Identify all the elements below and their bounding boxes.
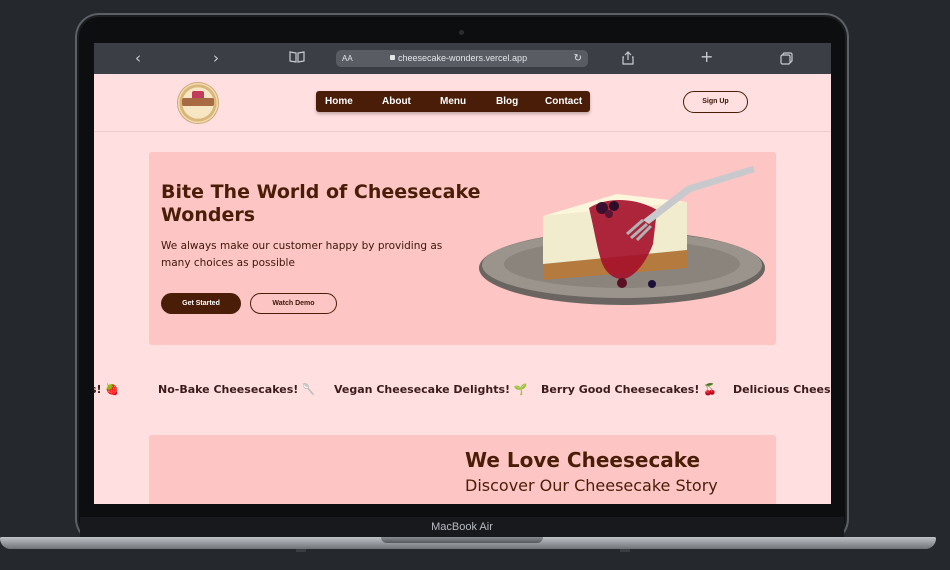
marquee-item: Delicious Cheeseca (733, 383, 831, 396)
sign-up-button[interactable]: Sign Up (683, 91, 748, 113)
bookmarks-icon[interactable] (289, 50, 305, 68)
marquee-strip: s! 🍓 No-Bake Cheesecakes! 🥄 Vegan Cheese… (94, 379, 831, 401)
forward-icon[interactable]: › (213, 49, 219, 67)
back-icon[interactable]: ‹ (135, 49, 141, 67)
cheesecake-image (479, 166, 765, 305)
lock-icon (390, 55, 395, 60)
reader-aa-button[interactable]: AA (342, 50, 353, 67)
nav-about[interactable]: About (382, 91, 411, 112)
logo-band (182, 98, 214, 106)
laptop-bezel-label: MacBook Air (80, 517, 844, 537)
laptop-foot (296, 549, 306, 552)
about-title: We Love Cheesecake (465, 448, 701, 472)
marquee-item: Vegan Cheesecake Delights! 🌱 (334, 383, 528, 396)
url-bar[interactable]: AA cheesecake-wonders.vercel.app ↻ (336, 50, 588, 67)
logo-cake-icon (192, 91, 204, 98)
marquee-item: s! 🍓 (94, 383, 120, 396)
cheesecake-logo[interactable] (178, 83, 218, 123)
laptop-foot (620, 549, 630, 552)
cherry-icon: 🍒 (703, 383, 717, 396)
about-section: We Love Cheesecake Discover Our Cheeseca… (149, 435, 776, 504)
marquee-item: No-Bake Cheesecakes! 🥄 (158, 383, 316, 396)
camera-icon (459, 30, 464, 35)
nav-menu[interactable]: Menu (440, 91, 466, 112)
about-subtitle: Discover Our Cheesecake Story (465, 476, 718, 495)
hero-section: Bite The World of Cheesecake Wonders We … (149, 152, 776, 345)
new-tab-icon[interactable]: + (700, 48, 713, 66)
browser-screen: ‹ › AA cheesecake-wonders.vercel.app ↻ +… (94, 43, 831, 504)
nav-blog[interactable]: Blog (496, 91, 518, 112)
get-started-button[interactable]: Get Started (161, 293, 241, 314)
site-header: Home About Menu Blog Contact Sign Up (94, 74, 831, 132)
reload-icon[interactable]: ↻ (574, 50, 582, 67)
strawberry-icon: 🍓 (105, 383, 120, 396)
spoon-icon: 🥄 (302, 383, 316, 396)
url-text: cheesecake-wonders.vercel.app (398, 53, 528, 63)
hero-title: Bite The World of Cheesecake Wonders (161, 181, 481, 226)
hero-subtitle: We always make our customer happy by pro… (161, 240, 443, 269)
main-nav: Home About Menu Blog Contact (316, 91, 590, 112)
browser-toolbar: ‹ › AA cheesecake-wonders.vercel.app ↻ + (94, 43, 831, 74)
sprout-icon: 🌱 (513, 383, 528, 396)
watch-demo-button[interactable]: Watch Demo (250, 293, 337, 314)
tabs-overview-icon[interactable] (780, 51, 793, 69)
marquee-item: Berry Good Cheesecakes! 🍒 (541, 383, 717, 396)
laptop-opening-notch (381, 537, 543, 543)
share-icon[interactable] (622, 51, 634, 69)
nav-home[interactable]: Home (325, 91, 353, 112)
nav-contact[interactable]: Contact (545, 91, 582, 112)
